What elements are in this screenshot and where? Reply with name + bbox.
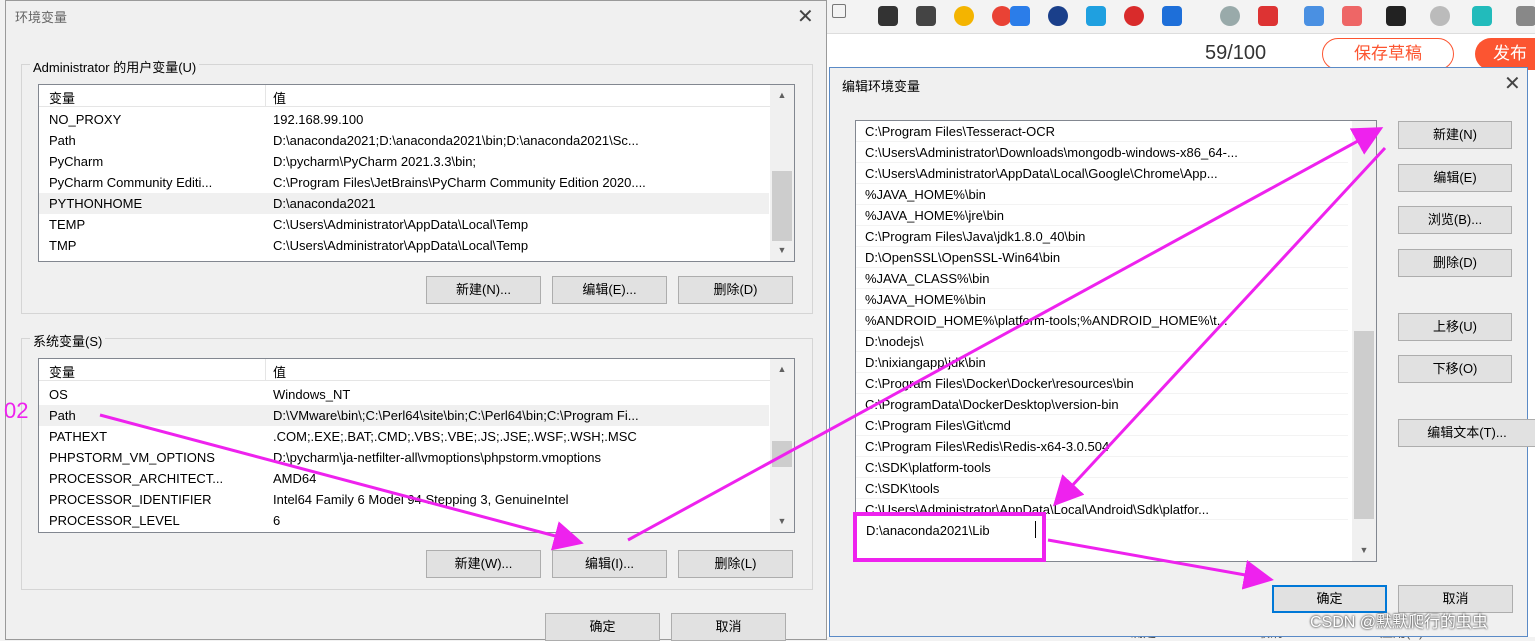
arrow-to-ok-button <box>1047 538 1274 590</box>
annotation-arrows <box>99 127 1387 590</box>
watermark: CSDN @默默爬行的虫虫 <box>1310 614 1489 631</box>
arrow-to-edit-button <box>99 413 584 551</box>
arrow-to-new-button <box>627 127 1384 542</box>
arrow-to-new-entry <box>1052 146 1387 507</box>
